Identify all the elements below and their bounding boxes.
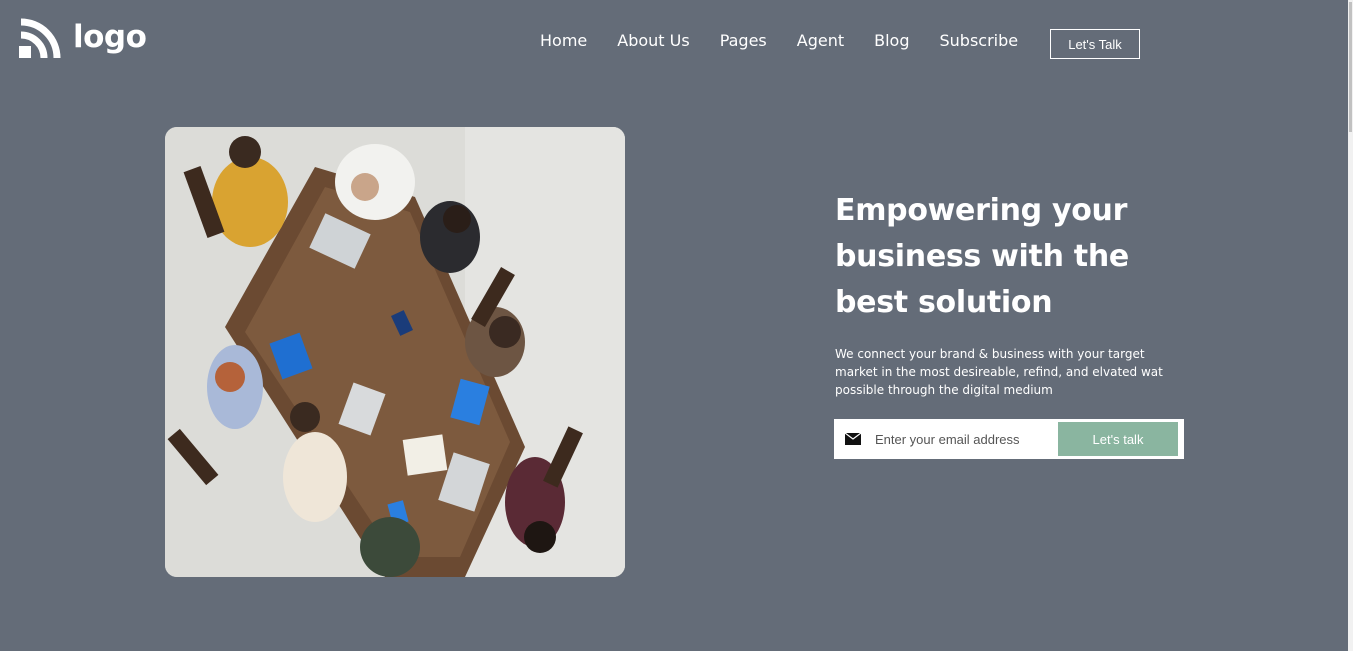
team-meeting-photo xyxy=(165,127,625,577)
nav-home[interactable]: Home xyxy=(540,31,587,51)
email-signup-form: Let's talk xyxy=(834,419,1184,459)
hero-subtitle: We connect your brand & business with yo… xyxy=(835,347,1163,397)
hero-image xyxy=(165,127,625,577)
email-submit-button[interactable]: Let's talk xyxy=(1058,422,1178,456)
lets-talk-button[interactable]: Let's Talk xyxy=(1050,29,1140,59)
envelope-icon xyxy=(845,433,861,445)
logo-text: logo xyxy=(73,18,147,55)
nav-agent[interactable]: Agent xyxy=(797,31,844,51)
logo[interactable]: logo xyxy=(19,18,147,60)
scrollbar[interactable] xyxy=(1348,0,1353,651)
logo-icon xyxy=(19,18,61,59)
nav-blog[interactable]: Blog xyxy=(874,31,909,51)
nav-pages[interactable]: Pages xyxy=(720,31,767,51)
email-input[interactable] xyxy=(875,424,1045,454)
nav-subscribe[interactable]: Subscribe xyxy=(940,31,1019,51)
main-nav: Home About Us Pages Agent Blog Subscribe xyxy=(540,31,1048,51)
hero-title: Empowering your business with the best s… xyxy=(835,193,1129,320)
nav-about-us[interactable]: About Us xyxy=(617,31,689,51)
scrollbar-thumb[interactable] xyxy=(1349,2,1352,132)
